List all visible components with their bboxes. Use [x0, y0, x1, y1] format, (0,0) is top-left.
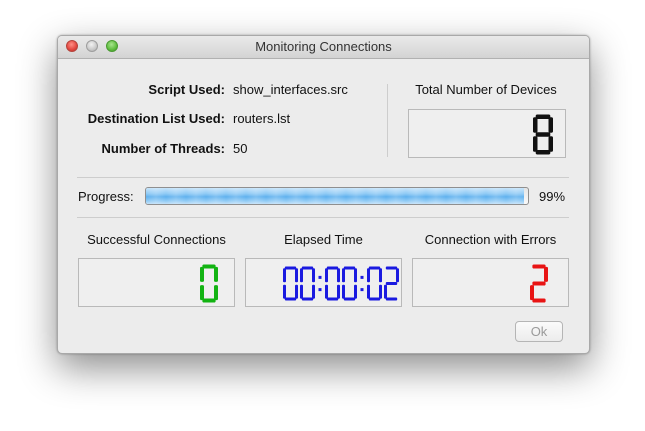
lcd-segment-b — [312, 268, 315, 283]
lcd-segment-a — [202, 264, 216, 269]
lcd-segment-a — [284, 266, 297, 270]
lcd-segment-f — [300, 268, 303, 283]
successful-connections-digits — [200, 264, 218, 303]
lcd-segment-b — [337, 268, 340, 283]
lcd-segment-d — [326, 297, 339, 301]
lcd-segment-d — [284, 297, 297, 301]
lcd-segment-e — [530, 285, 534, 301]
divider-top — [77, 177, 569, 178]
lcd-segment-c — [214, 285, 218, 301]
vertical-divider — [387, 84, 388, 157]
lcd-segment-f — [283, 268, 286, 283]
lcd-segment-a — [368, 266, 381, 270]
lcd-segment-g — [385, 282, 398, 285]
lcd-segment-d — [202, 298, 216, 303]
lcd-segment-a — [343, 266, 356, 270]
lcd-segment-f — [325, 268, 328, 283]
lcd-colon — [318, 275, 322, 279]
lcd-segment-e — [533, 136, 538, 152]
lcd-segment-e — [342, 284, 345, 299]
divider-bottom — [77, 217, 569, 218]
lcd-segment-d — [535, 150, 551, 155]
elapsed-time-digits — [283, 266, 399, 301]
lcd-segment-c — [337, 284, 340, 299]
lcd-segment-a — [385, 266, 398, 270]
lcd-segment-e — [325, 284, 328, 299]
lcd-colon — [318, 288, 322, 292]
lcd-segment-a — [532, 264, 546, 269]
lcd-segment-e — [367, 284, 370, 299]
lcd-colon — [360, 288, 364, 292]
lcd-segment-e — [200, 285, 204, 301]
progress-bar — [145, 187, 529, 205]
lcd-segment-f — [342, 268, 345, 283]
lcd-segment-e — [384, 284, 387, 299]
lcd-segment-b — [379, 268, 382, 283]
lcd-segment-d — [385, 297, 398, 301]
lcd-segment-c — [379, 284, 382, 299]
progress-bar-fill — [146, 188, 525, 204]
successful-connections-label: Successful Connections — [87, 232, 226, 247]
lcd-segment-b — [354, 268, 357, 283]
successful-connections-display — [78, 258, 235, 307]
lcd-segment-g — [535, 132, 551, 137]
lcd-segment-f — [367, 268, 370, 283]
elapsed-time-display — [245, 258, 402, 307]
number-of-threads-value: 50 — [233, 141, 248, 156]
total-devices-label: Total Number of Devices — [415, 82, 557, 97]
elapsed-time-label: Elapsed Time — [284, 232, 363, 247]
lcd-segment-f — [533, 117, 538, 133]
lcd-segment-b — [214, 266, 218, 282]
lcd-segment-f — [200, 266, 204, 282]
lcd-segment-b — [396, 268, 399, 283]
lcd-segment-d — [368, 297, 381, 301]
lcd-segment-g — [532, 281, 546, 286]
lcd-segment-d — [343, 297, 356, 301]
number-of-threads-label: Number of Threads: — [101, 141, 225, 156]
lcd-segment-b — [548, 117, 553, 133]
script-used-value: show_interfaces.src — [233, 82, 348, 97]
title-bar: Monitoring Connections — [58, 36, 589, 59]
lcd-segment-c — [312, 284, 315, 299]
lcd-segment-a — [535, 114, 551, 119]
lcd-segment-c — [354, 284, 357, 299]
destination-list-value: routers.lst — [233, 111, 291, 126]
script-used-label: Script Used: — [148, 82, 225, 97]
monitoring-window: Monitoring Connections Script Used: show… — [57, 35, 590, 354]
progress-label: Progress: — [78, 189, 134, 204]
progress-percent: 99% — [539, 189, 566, 204]
lcd-segment-c — [295, 284, 298, 299]
lcd-segment-a — [301, 266, 314, 270]
lcd-segment-e — [300, 284, 303, 299]
lcd-segment-e — [283, 284, 286, 299]
connection-errors-digits — [530, 264, 548, 303]
lcd-segment-b — [544, 266, 548, 282]
lcd-segment-b — [295, 268, 298, 283]
window-title: Monitoring Connections — [255, 39, 392, 54]
total-devices-display — [408, 109, 566, 158]
total-devices-digits — [533, 114, 553, 155]
lcd-segment-d — [301, 297, 314, 301]
lcd-segment-a — [326, 266, 339, 270]
destination-list-label: Destination List Used: — [87, 111, 225, 126]
lcd-colon — [360, 275, 364, 279]
connection-errors-display — [412, 258, 569, 307]
ok-button[interactable]: Ok — [515, 321, 563, 342]
lcd-segment-c — [548, 136, 553, 152]
connection-errors-label: Connection with Errors — [424, 232, 557, 247]
lcd-segment-d — [532, 298, 546, 303]
